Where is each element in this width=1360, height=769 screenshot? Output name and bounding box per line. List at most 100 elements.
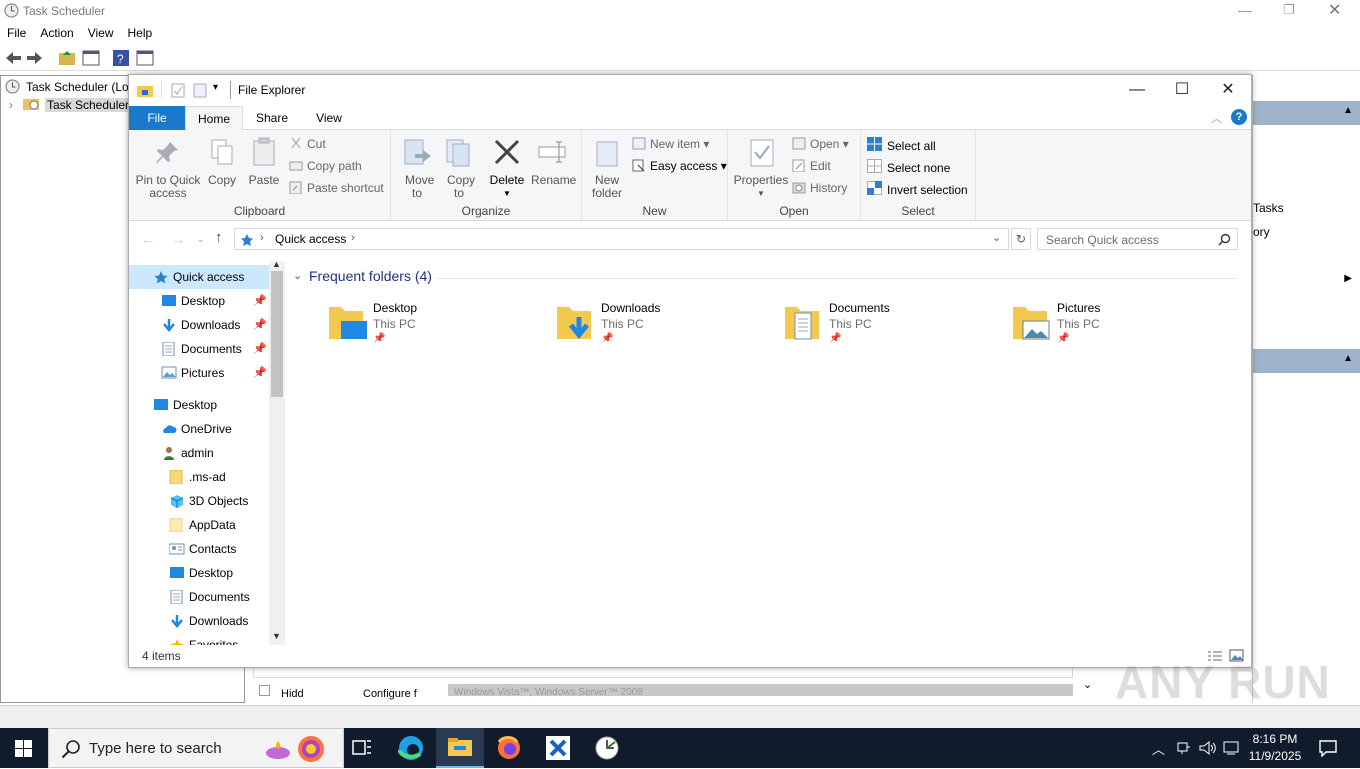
address-bar[interactable]: › Quick access › ⌄ — [234, 228, 1009, 250]
delete-button[interactable]: Delete ▼ — [487, 136, 527, 200]
pin-icon[interactable]: 📌 — [253, 289, 267, 313]
volume-icon[interactable] — [1198, 740, 1216, 756]
history-button[interactable]: History — [792, 181, 847, 195]
refresh-button[interactable]: ↻ — [1011, 228, 1031, 250]
easy-access-button[interactable]: Easy access ▾ — [632, 159, 727, 173]
row-checkbox[interactable] — [259, 685, 270, 696]
forward-arrow-icon[interactable] — [26, 49, 44, 67]
bg-minimize-button[interactable]: — — [1238, 2, 1252, 18]
nav-item-desktop[interactable]: Desktop — [129, 393, 269, 417]
address-dropdown-icon[interactable]: ⌄ — [992, 231, 1001, 244]
bg-close-button[interactable]: ✕ — [1328, 0, 1341, 20]
pin-icon[interactable]: 📌 — [253, 361, 267, 385]
rename-button[interactable]: Rename — [531, 136, 576, 187]
actions-header-bar[interactable]: ▲ — [1253, 349, 1360, 373]
tab-home[interactable]: Home — [185, 106, 243, 131]
scroll-down-icon[interactable]: ▼ — [272, 631, 281, 641]
tree-library[interactable]: Task Scheduler l — [45, 98, 138, 112]
paste-button[interactable]: Paste — [245, 136, 283, 187]
up-folder-icon[interactable] — [58, 49, 76, 67]
nav-item-quick-access[interactable]: Quick access — [129, 265, 269, 289]
new-folder-qat-icon[interactable] — [193, 83, 207, 98]
folder-tile-downloads[interactable]: Downloads This PC 📌 — [555, 299, 755, 349]
windows-start-icon[interactable] — [15, 740, 32, 757]
search-input[interactable]: Search Quick access — [1037, 228, 1238, 250]
forward-button[interactable]: → — [171, 231, 185, 247]
move-to-button[interactable]: Move to — [397, 136, 437, 200]
table-row[interactable]: Hidd Configure f Windows Vista™, Windows… — [253, 682, 1073, 700]
chevron-down-icon[interactable]: ⌄ — [1083, 678, 1092, 691]
new-folder-button[interactable]: New folder — [588, 136, 626, 200]
menu-help[interactable]: Help — [121, 22, 160, 40]
nav-item-desktop-pinned[interactable]: Desktop 📌 — [129, 289, 269, 313]
collapse-chevron-icon[interactable]: ⌄ — [293, 269, 302, 282]
scroll-up-icon[interactable]: ▲ — [272, 259, 281, 269]
copy-button[interactable]: Copy — [203, 136, 241, 187]
scrollbar-thumb[interactable] — [271, 271, 283, 397]
properties-button[interactable]: Properties ▼ — [732, 136, 790, 200]
nav-item-documents-user[interactable]: Documents — [129, 585, 269, 609]
breadcrumb-quick-access[interactable]: Quick access — [275, 232, 346, 246]
actions-header-bar[interactable]: ▲ — [1253, 101, 1360, 125]
task-scheduler-taskbar-icon[interactable] — [583, 728, 631, 768]
back-button[interactable]: ← — [141, 231, 155, 247]
section-header[interactable]: Frequent folders (4) — [309, 268, 432, 284]
nav-item-desktop-user[interactable]: Desktop — [129, 561, 269, 585]
copy-path-button[interactable]: Copy path — [289, 159, 362, 173]
folder-tile-pictures[interactable]: Pictures This PC 📌 — [1011, 299, 1211, 349]
recent-locations-button[interactable]: ⌄ — [197, 234, 205, 245]
nav-scrollbar[interactable]: ▲ ▼ — [269, 259, 285, 645]
tab-share[interactable]: Share — [243, 106, 301, 130]
help-icon[interactable]: ? — [1231, 109, 1247, 125]
taskbar-clock[interactable]: 8:16 PM 11/9/2025 — [1244, 731, 1306, 765]
show-hidden-icons-icon[interactable]: ︿ — [1152, 739, 1165, 758]
nav-item-favorites[interactable]: Favorites — [129, 633, 269, 645]
pin-quick-access-button[interactable]: Pin to Quick access — [135, 136, 201, 200]
show-action-pane-icon[interactable] — [136, 49, 154, 67]
nav-item-admin[interactable]: admin — [129, 441, 269, 465]
back-arrow-icon[interactable] — [4, 49, 22, 67]
folder-tile-desktop[interactable]: Desktop This PC 📌 — [327, 299, 527, 349]
nav-item-ms-ad[interactable]: .ms-ad — [129, 465, 269, 489]
file-explorer-taskbar-button[interactable] — [436, 728, 484, 768]
open-button[interactable]: Open ▾ — [792, 137, 849, 151]
tab-file[interactable]: File — [129, 106, 185, 130]
nav-item-onedrive[interactable]: OneDrive — [129, 417, 269, 441]
nav-item-documents-pinned[interactable]: Documents 📌 — [129, 337, 269, 361]
nav-item-downloads-user[interactable]: Downloads — [129, 609, 269, 633]
app-x-icon[interactable] — [534, 728, 582, 768]
help-icon[interactable]: ? — [112, 49, 130, 67]
menu-action[interactable]: Action — [33, 22, 80, 40]
actions-fragment[interactable]: Tasks — [1253, 201, 1284, 215]
pin-icon[interactable]: 📌 — [253, 337, 267, 361]
taskbar-search[interactable]: Type here to search — [48, 728, 344, 768]
breadcrumb-separator[interactable]: › — [351, 232, 355, 244]
edit-button[interactable]: Edit — [792, 159, 831, 173]
maximize-button[interactable]: ☐ — [1159, 75, 1205, 106]
actions-fragment[interactable]: ory — [1253, 225, 1270, 239]
close-button[interactable]: ✕ — [1205, 75, 1251, 106]
breadcrumb-separator[interactable]: › — [260, 232, 264, 244]
ime-icon[interactable] — [1222, 740, 1240, 756]
firefox-icon[interactable] — [485, 728, 533, 768]
bg-restore-button[interactable]: ❐ — [1283, 2, 1295, 18]
select-none-button[interactable]: Select none — [867, 159, 950, 175]
select-all-button[interactable]: Select all — [867, 137, 936, 153]
show-hide-tree-icon[interactable] — [82, 49, 100, 67]
tab-view[interactable]: View — [301, 106, 357, 130]
new-item-button[interactable]: New item ▾ — [632, 137, 709, 151]
paste-shortcut-button[interactable]: Paste shortcut — [289, 181, 384, 195]
nav-item-downloads-pinned[interactable]: Downloads 📌 — [129, 313, 269, 337]
minimize-ribbon-icon[interactable]: ︿ — [1211, 110, 1222, 126]
chevron-right-icon[interactable]: › — [9, 98, 13, 112]
pin-icon[interactable]: 📌 — [253, 313, 267, 337]
explorer-titlebar[interactable]: ▾ File Explorer — ☐ ✕ — [129, 75, 1251, 106]
nav-item-pictures-pinned[interactable]: Pictures 📌 — [129, 361, 269, 385]
network-icon[interactable] — [1175, 740, 1191, 756]
tree-root[interactable]: Task Scheduler (Loc — [26, 80, 135, 94]
menu-view[interactable]: View — [81, 22, 121, 40]
up-button[interactable]: ↑ — [215, 229, 223, 246]
menu-file[interactable]: File — [0, 22, 33, 40]
properties-qat-icon[interactable] — [171, 83, 185, 98]
nav-item-contacts[interactable]: Contacts — [129, 537, 269, 561]
